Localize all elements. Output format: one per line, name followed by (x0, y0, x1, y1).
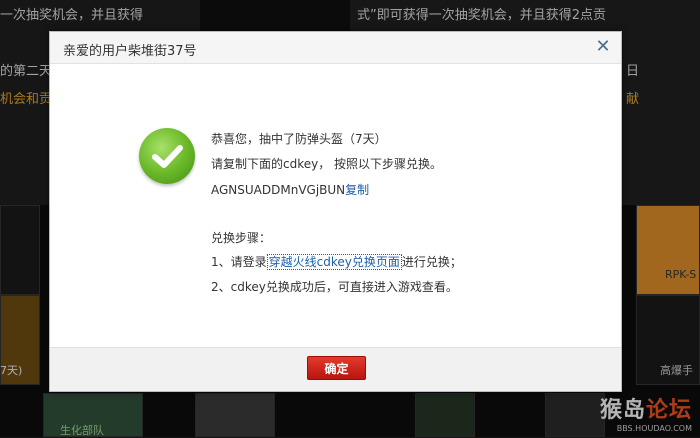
step-1-prefix: 1、请登录 (211, 255, 267, 269)
close-button[interactable]: ✕ (593, 37, 613, 57)
close-icon: ✕ (595, 36, 611, 57)
confirm-button[interactable]: 确定 (307, 356, 366, 380)
step-1-suffix: 进行兑换； (401, 255, 462, 269)
copy-cdkey-link[interactable]: 复制 (345, 183, 369, 197)
reward-dialog: 亲爱的用户柴堆街37号 ✕ 恭喜您，抽中了防弹头盔（7天） 请复制下面的cdke… (49, 31, 622, 392)
instruction-message: 请复制下面的cdkey， 按照以下步骤兑换。 (211, 157, 443, 171)
step-1: 1、请登录 穿越火线cdkey兑换页面 进行兑换； (211, 253, 462, 270)
congrats-message: 恭喜您，抽中了防弹头盔（7天） (211, 132, 387, 146)
cdkey-row: AGNSUADDMnVGjBUN复制 (211, 181, 369, 198)
steps-title: 兑换步骤： (211, 231, 272, 245)
cdkey-value: AGNSUADDMnVGjBUN (211, 183, 346, 197)
success-check-icon (139, 128, 195, 184)
dialog-header: 亲爱的用户柴堆街37号 ✕ (50, 32, 621, 64)
cdkey-redeem-page-link[interactable]: 穿越火线cdkey兑换页面 (266, 254, 402, 270)
dialog-footer: 确定 (50, 347, 621, 391)
dialog-title: 亲爱的用户柴堆街37号 (63, 44, 197, 59)
step-2: 2、cdkey兑换成功后，可直接进入游戏查看。 (211, 280, 458, 294)
